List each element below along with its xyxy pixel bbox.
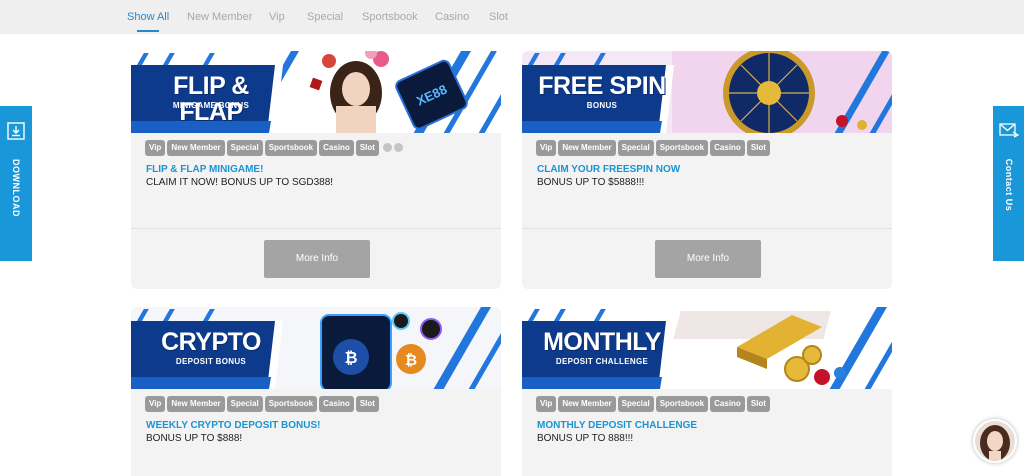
tag-sportsbook: Sportsbook: [655, 140, 709, 156]
tag-special: Special: [226, 140, 263, 156]
tag-new-member: New Member: [558, 396, 616, 412]
promo-description: BONUS UP TO $888!: [146, 433, 243, 444]
more-info-button[interactable]: More Info: [264, 240, 370, 278]
download-label: DOWNLOAD: [11, 158, 21, 217]
tag-slot: Slot: [355, 140, 379, 156]
contact-side-tab[interactable]: Contact Us: [993, 106, 1024, 261]
tag-sportsbook: Sportsbook: [655, 396, 709, 412]
card-divider: [131, 228, 501, 229]
tag-list: Vip New Member Special Sportsbook Casino Slot: [145, 396, 381, 412]
banner-subtitle: DEPOSIT CHALLENGE: [555, 357, 649, 366]
tag-sportsbook: Sportsbook: [264, 396, 318, 412]
tag-vip: Vip: [536, 140, 557, 156]
contact-label: Contact Us: [1003, 158, 1014, 211]
svg-text:₿: ₿: [344, 349, 357, 367]
tag-vip: Vip: [145, 140, 166, 156]
tag-casino: Casino: [710, 396, 745, 412]
tag-slot: Slot: [746, 396, 770, 412]
tag-special: Special: [617, 396, 654, 412]
promo-card: ₿ ₿ CRYPTO DEPOSIT BONUS Vip New Member Sp…: [131, 307, 501, 476]
tag-new-member: New Member: [167, 140, 225, 156]
promo-card: FREE SPIN BONUS Vip New Member Special Spor…: [522, 51, 892, 289]
promo-title: FLIP & FLAP MINIGAME!: [146, 164, 264, 175]
tag-casino: Casino: [319, 396, 354, 412]
tag-slot: Slot: [746, 140, 770, 156]
tag-slot: Slot: [355, 396, 379, 412]
more-tags-dot: [382, 143, 392, 152]
tag-casino: Casino: [710, 140, 745, 156]
chat-avatar-icon[interactable]: [973, 419, 1017, 463]
banner-title: FREE SPIN: [538, 72, 666, 100]
tab-show-all[interactable]: Show All: [127, 11, 169, 32]
tag-list: Vip New Member Special Sportsbook Casino Slot: [145, 140, 403, 156]
banner-title: CRYPTO: [161, 328, 261, 356]
tag-sportsbook: Sportsbook: [264, 140, 318, 156]
card-divider: [522, 228, 892, 229]
promo-title: CLAIM YOUR FREESPIN NOW: [537, 164, 681, 175]
promo-description: CLAIM IT NOW! BONUS UP TO SGD388!: [146, 177, 334, 188]
promo-banner[interactable]: XE88 FLIP & FLAP MINIGAME BONUS: [131, 51, 501, 133]
download-icon: [7, 122, 25, 145]
tag-new-member: New Member: [558, 140, 616, 156]
tab-slot[interactable]: Slot: [489, 11, 508, 23]
more-info-button[interactable]: More Info: [655, 240, 761, 278]
tag-list: Vip New Member Special Sportsbook Casino Slot: [536, 396, 772, 412]
promo-title: WEEKLY CRYPTO DEPOSIT BONUS!: [146, 420, 321, 431]
promo-card: XE88 FLIP & FLAP MINIGAME BONUS Vip New M…: [131, 51, 501, 289]
more-tags-dot: [393, 143, 403, 152]
banner-title: FLIP & FLAP: [173, 72, 249, 126]
tab-special[interactable]: Special: [307, 11, 343, 23]
banner-title: MONTHLY: [543, 328, 661, 356]
tag-new-member: New Member: [167, 396, 225, 412]
svg-text:₿: ₿: [405, 352, 417, 369]
tag-special: Special: [617, 140, 654, 156]
tag-casino: Casino: [319, 140, 354, 156]
banner-subtitle: DEPOSIT BONUS: [175, 357, 247, 366]
tab-sportsbook[interactable]: Sportsbook: [362, 11, 418, 23]
tab-vip[interactable]: Vip: [269, 11, 285, 23]
promo-banner[interactable]: ₿ ₿ CRYPTO DEPOSIT BONUS: [131, 307, 501, 389]
promo-title: MONTHLY DEPOSIT CHALLENGE: [537, 420, 698, 431]
banner-subtitle: MINIGAME BONUS: [172, 101, 250, 110]
tag-vip: Vip: [145, 396, 166, 412]
promo-card: MONTHLY DEPOSIT CHALLENGE Vip New Member S…: [522, 307, 892, 476]
download-side-tab[interactable]: DOWNLOAD: [0, 106, 32, 261]
tag-special: Special: [226, 396, 263, 412]
tag-vip: Vip: [536, 396, 557, 412]
promo-description: BONUS UP TO 888!!!: [537, 433, 634, 444]
promo-banner[interactable]: MONTHLY DEPOSIT CHALLENGE: [522, 307, 892, 389]
promo-filter-bar: Show All New Member Vip Special Sportsbo…: [0, 0, 1024, 34]
tab-casino[interactable]: Casino: [435, 11, 469, 23]
banner-subtitle: BONUS: [586, 101, 618, 110]
promo-banner[interactable]: FREE SPIN BONUS: [522, 51, 892, 133]
mail-icon: [998, 122, 1019, 143]
tag-list: Vip New Member Special Sportsbook Casino Slot: [536, 140, 772, 156]
tab-new-member[interactable]: New Member: [187, 11, 252, 23]
promo-description: BONUS UP TO $5888!!!: [537, 177, 645, 188]
